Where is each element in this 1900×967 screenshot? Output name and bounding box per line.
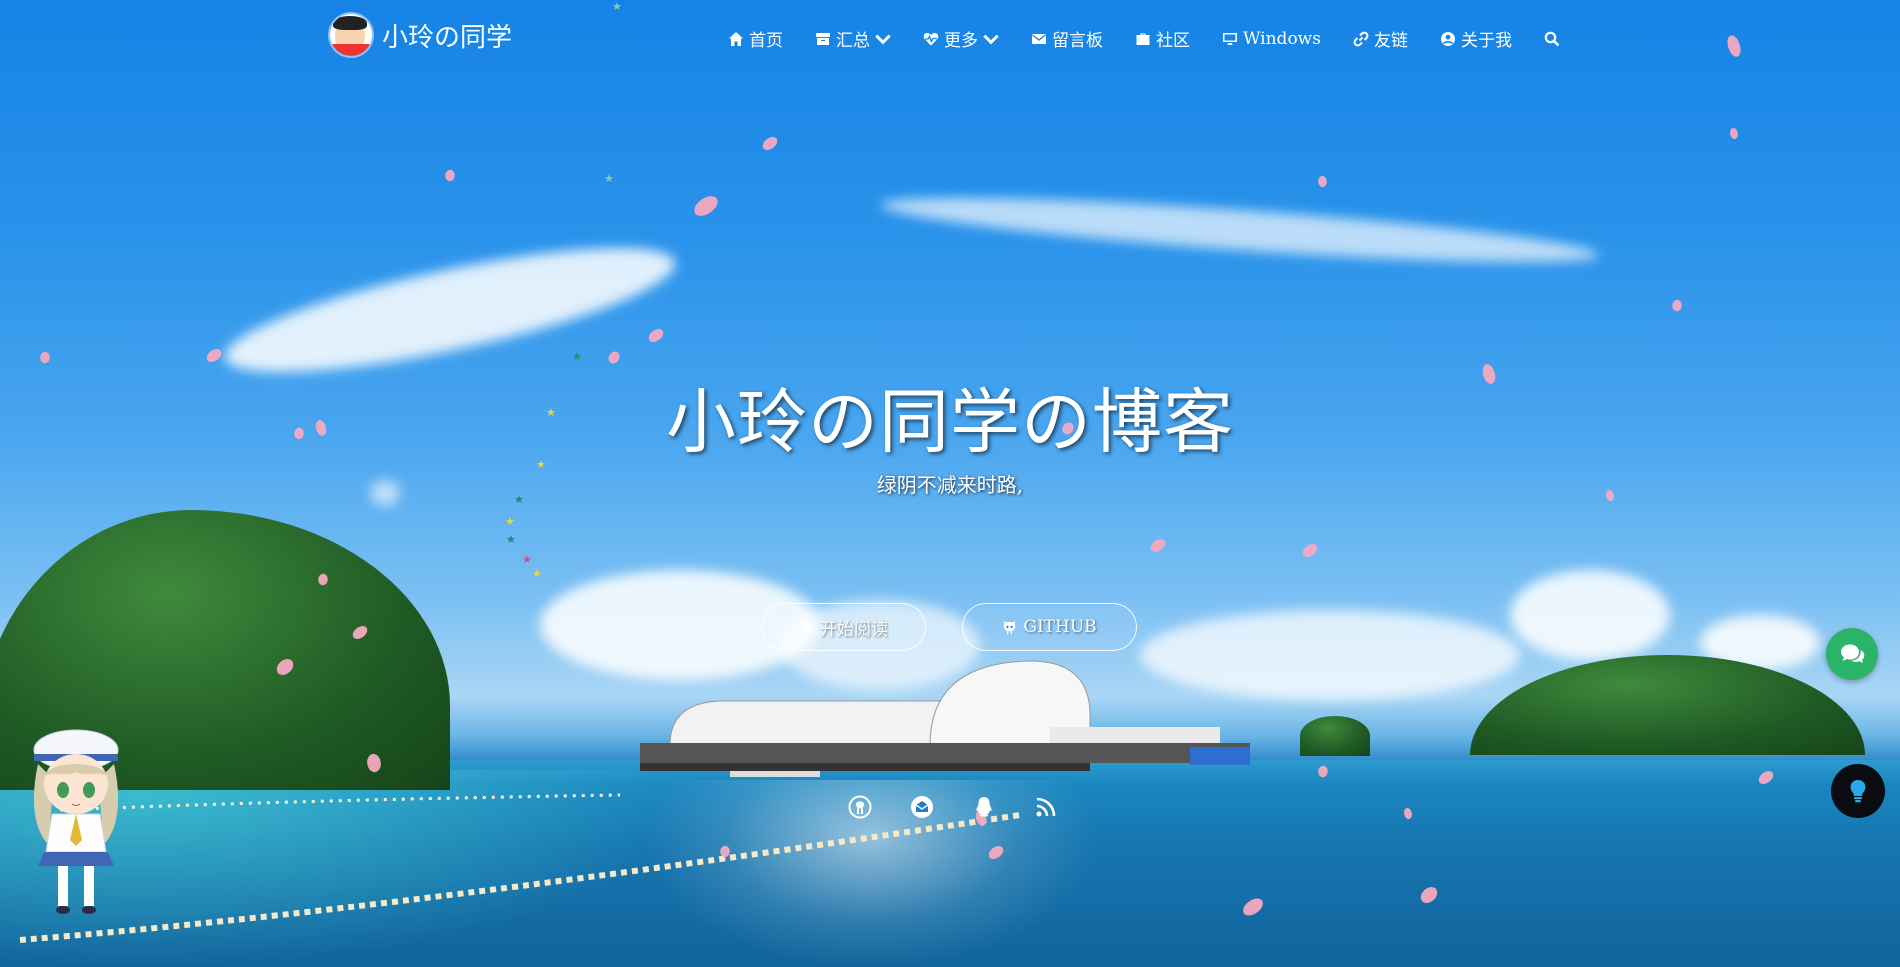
nav-label: 更多 [944, 31, 978, 51]
rss-social-link[interactable] [1034, 795, 1058, 819]
start-reading-button[interactable]: 开始阅读 [761, 603, 926, 651]
search-button[interactable] [1544, 26, 1560, 51]
lightbulb-icon [1850, 780, 1866, 803]
qq-icon [976, 797, 992, 817]
github-button[interactable]: GITHUB [962, 603, 1137, 651]
search-icon [1544, 31, 1560, 46]
desktop-icon [1223, 32, 1237, 45]
island-small [1300, 716, 1370, 756]
nav-item-archive[interactable]: 汇总 [815, 26, 891, 51]
hero-title: 小玲の同学の博客 [666, 381, 1234, 463]
nav-item-home[interactable]: 首页 [728, 26, 783, 51]
mail-icon [911, 796, 933, 818]
sparkle: ★ [505, 515, 515, 528]
main-menu: 首页 汇总 更多 留言板 社区 Windows 友链 关于我 [728, 26, 1560, 51]
theme-toggle-button[interactable] [1831, 764, 1885, 818]
archive-icon [816, 32, 830, 45]
cloud [1510, 570, 1670, 660]
github-social-link[interactable] [848, 795, 872, 819]
rss-icon [1036, 797, 1056, 817]
chat-button[interactable] [1826, 628, 1878, 680]
nav-item-community[interactable]: 社区 [1135, 26, 1190, 51]
nav-label: 关于我 [1460, 31, 1512, 51]
brand-name: 小玲の同学 [382, 22, 513, 53]
nav-item-about[interactable]: 关于我 [1440, 26, 1512, 51]
nav-item-guestbook[interactable]: 留言板 [1031, 26, 1103, 51]
sparkle: ★ [522, 553, 532, 566]
nav-label: 社区 [1156, 31, 1190, 51]
link-icon [1353, 31, 1369, 46]
nav-item-friend-links[interactable]: 友链 [1353, 26, 1408, 51]
mail-social-link[interactable] [910, 795, 934, 819]
heartbeat-icon [923, 32, 939, 45]
sparkle: ★ [604, 172, 614, 185]
github-label: GITHUB [1023, 617, 1097, 637]
home-icon [729, 31, 743, 46]
mascot-character [33, 729, 119, 914]
floating-pier [640, 660, 1250, 777]
user-circle-icon [1440, 31, 1455, 46]
site-brand[interactable]: 小玲の同学 [330, 14, 512, 56]
sparkle: ★ [572, 350, 582, 363]
nav-label: Windows [1243, 28, 1321, 49]
chevron-down-icon [875, 34, 891, 44]
qq-social-link[interactable] [972, 795, 996, 819]
double-chevron-down-icon [801, 621, 812, 634]
avatar [330, 14, 372, 56]
chevron-down-icon [983, 34, 999, 44]
hero-subtitle: 绿阴不减来时路, [876, 473, 1024, 497]
top-navbar: 小玲の同学 首页 汇总 更多 留言板 社区 Windows 友链 关于我 [0, 0, 1900, 78]
nav-label: 首页 [749, 31, 783, 51]
start-reading-label: 开始阅读 [820, 619, 888, 640]
social-links [848, 795, 1058, 819]
sparkle: ★ [506, 533, 516, 546]
nav-label: 留言板 [1052, 31, 1103, 51]
comments-icon [1841, 644, 1865, 663]
nav-item-more[interactable]: 更多 [923, 26, 999, 51]
nav-item-windows[interactable]: Windows [1222, 26, 1321, 51]
nav-label: 汇总 [836, 31, 870, 51]
sparkle: ★ [532, 567, 542, 580]
github-octocat-icon [1003, 620, 1016, 634]
briefcase-icon [1136, 33, 1150, 45]
envelope-icon [1032, 33, 1046, 44]
nav-label: 友链 [1373, 31, 1408, 51]
github-icon [848, 795, 872, 819]
